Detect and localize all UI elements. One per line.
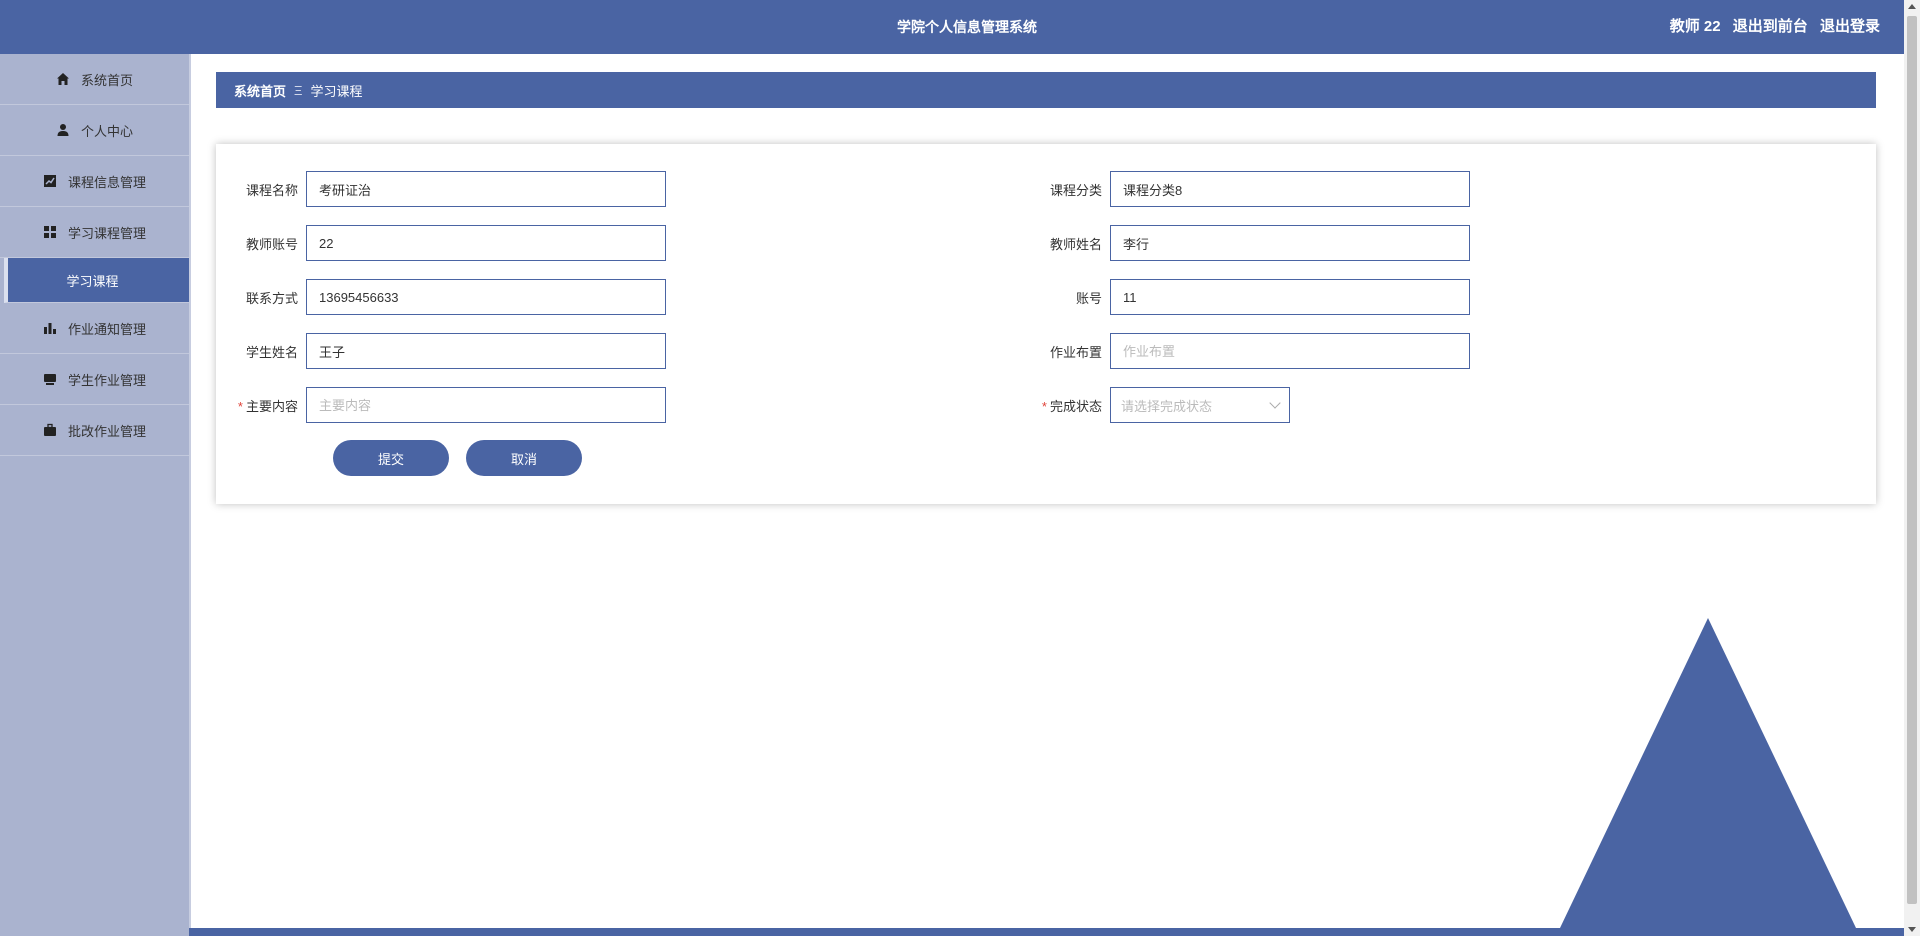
assignment-input[interactable] [1110, 333, 1470, 369]
breadcrumb-current: 学习课程 [310, 83, 363, 99]
required-mark: * [1041, 398, 1047, 414]
field-account: 账号 [1020, 279, 1470, 315]
course-form: 课程名称 教师账号 联系方式 学生姓名 *主要内容 课程分类 教师姓名 账号 作… [216, 144, 1876, 504]
chart-line-icon [43, 174, 57, 188]
field-course-category: 课程分类 [1020, 171, 1470, 207]
breadcrumb: 系统首页 Ξ 学习课程 [216, 72, 1876, 108]
top-header: 学院个人信息管理系统 教师 22 退出到前台 退出登录 [0, 0, 1904, 54]
field-label: * 主要内容 [216, 396, 306, 415]
sidebar-item-grade-homework[interactable]: 批改作业管理 [0, 405, 189, 456]
main-content-input[interactable] [306, 387, 666, 423]
required-mark: * [237, 398, 243, 414]
sidebar-item-study-course-mgmt[interactable]: 学习课程管理 [0, 207, 189, 258]
teacher-account-input[interactable] [306, 225, 666, 261]
course-category-input[interactable] [1110, 171, 1470, 207]
cancel-button[interactable]: 取消 [466, 440, 582, 476]
scroll-down-icon[interactable] [1908, 927, 1916, 932]
sidebar-item-course-info[interactable]: 课程信息管理 [0, 156, 189, 207]
field-label: 作业布置 [1049, 344, 1102, 360]
field-label: 学生姓名 [245, 344, 298, 360]
sidebar-item-label: 课程信息管理 [67, 174, 146, 190]
field-label: 教师账号 [245, 236, 298, 252]
field-label: 课程名称 [245, 182, 298, 198]
user-area: 教师 22 退出到前台 退出登录 [1662, 0, 1880, 54]
field-teacher-name: 教师姓名 [1020, 225, 1470, 261]
monitor-icon [43, 372, 57, 386]
logout-link[interactable]: 退出登录 [1820, 18, 1880, 35]
field-course-name: 课程名称 [216, 171, 666, 207]
bar-chart-icon [43, 321, 57, 335]
exit-to-front-link[interactable]: 退出到前台 [1733, 18, 1808, 35]
sidebar-item-label: 个人中心 [80, 123, 133, 139]
chevron-down-icon [1269, 397, 1281, 409]
decorative-triangle [1560, 618, 1856, 928]
current-user: 教师 22 [1669, 18, 1721, 35]
home-icon [56, 72, 70, 86]
field-contact: 联系方式 [216, 279, 666, 315]
field-label: 教师姓名 [1049, 236, 1102, 252]
field-label: 账号 [1075, 290, 1102, 306]
scrollbar-thumb[interactable] [1907, 16, 1917, 904]
sidebar-item-label: 学习课程 [66, 273, 119, 289]
contact-input[interactable] [306, 279, 666, 315]
grid-icon [43, 225, 57, 239]
sidebar-item-label: 系统首页 [80, 72, 133, 88]
breadcrumb-home[interactable]: 系统首页 [234, 81, 286, 100]
submit-button[interactable]: 提交 [333, 440, 449, 476]
account-input[interactable] [1110, 279, 1470, 315]
sidebar-item-profile[interactable]: 个人中心 [0, 105, 189, 156]
page-scrollbar[interactable] [1904, 0, 1920, 936]
sidebar-item-home[interactable]: 系统首页 [0, 54, 189, 105]
status-select[interactable]: 请选择完成状态 [1110, 387, 1290, 423]
sidebar-item-label: 作业通知管理 [67, 321, 146, 337]
status-select-placeholder: 请选择完成状态 [1121, 398, 1213, 414]
sidebar-item-homework-notice[interactable]: 作业通知管理 [0, 303, 189, 354]
field-teacher-account: 教师账号 [216, 225, 666, 261]
field-label-text: 主要内容 [245, 398, 298, 414]
field-assignment: 作业布置 [1020, 333, 1470, 369]
field-label-text: 完成状态 [1049, 398, 1102, 414]
footer-strip [189, 928, 1904, 936]
sidebar-subitem-study-course[interactable]: 学习课程 [4, 258, 189, 303]
app-title: 学院个人信息管理系统 [897, 19, 1037, 35]
user-icon [56, 123, 70, 137]
student-name-input[interactable] [306, 333, 666, 369]
field-main-content: * 主要内容 [216, 387, 666, 423]
breadcrumb-separator: Ξ [294, 82, 303, 98]
field-status: * 完成状态 请选择完成状态 [1020, 387, 1290, 423]
field-student-name: 学生姓名 [216, 333, 666, 369]
teacher-name-input[interactable] [1110, 225, 1470, 261]
sidebar-item-label: 学习课程管理 [67, 225, 146, 241]
briefcase-icon [43, 423, 57, 437]
field-label: 课程分类 [1049, 182, 1102, 198]
field-label: * 完成状态 [1020, 396, 1110, 415]
scroll-up-icon[interactable] [1908, 4, 1916, 9]
sidebar: 系统首页 个人中心 课程信息管理 学习课程管理 学习课程 作业通知管理 学生作业… [0, 54, 191, 936]
field-label: 联系方式 [245, 290, 298, 306]
sidebar-item-label: 学生作业管理 [67, 372, 146, 388]
course-name-input[interactable] [306, 171, 666, 207]
sidebar-item-label: 批改作业管理 [67, 423, 146, 439]
sidebar-item-student-homework[interactable]: 学生作业管理 [0, 354, 189, 405]
